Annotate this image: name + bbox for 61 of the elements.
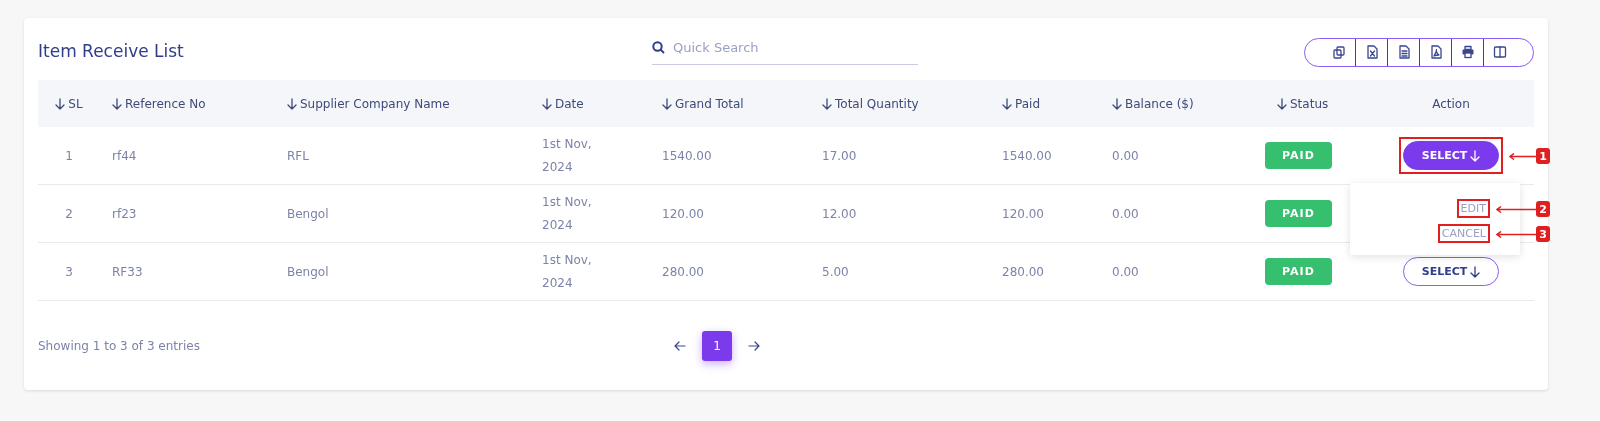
column-header[interactable]: Date [555, 96, 584, 111]
annotation-number: 2 [1536, 201, 1550, 217]
annotation-number: 1 [1536, 148, 1550, 164]
column-header[interactable]: SL [68, 96, 83, 111]
sort-arrow-icon [1470, 149, 1481, 162]
select-button[interactable]: SELECT [1403, 141, 1499, 170]
table-cell-text: Bengol [286, 264, 330, 279]
column-header[interactable]: Supplier Company Name [300, 96, 450, 111]
table-cell-text: 5.00 [821, 264, 850, 279]
entries-info: Showing 1 to 3 of 3 entries [38, 339, 200, 353]
table-cell-text: rf44 [111, 148, 138, 163]
print-icon [1460, 45, 1475, 59]
column-header[interactable]: Reference No [125, 96, 206, 111]
table-cell-text: 17.00 [821, 148, 858, 163]
table-cell-text: 120.00 [1001, 206, 1045, 221]
column-header[interactable]: Grand Total [675, 96, 744, 111]
select-button[interactable]: SELECT [1403, 257, 1499, 286]
table-cell-text: 1st Nov, 2024 [541, 251, 593, 292]
table-cell-text: 1540.00 [1001, 148, 1053, 163]
table-cell-text: 3 [64, 264, 74, 279]
page-title: Item Receive List [38, 41, 184, 61]
column-header[interactable]: Total Quantity [835, 96, 919, 111]
status-badge: PAID [1265, 142, 1332, 169]
column-header[interactable]: Balance ($) [1125, 96, 1194, 111]
status-badge: PAID [1265, 258, 1332, 285]
annotation-arrow [1496, 231, 1536, 238]
previous-page-button[interactable] [674, 340, 686, 352]
columns-icon [1492, 45, 1507, 59]
table-cell-text: 0.00 [1111, 206, 1140, 221]
table-cell-text: 120.00 [661, 206, 705, 221]
table-cell-text: 1540.00 [661, 148, 713, 163]
left-arrow-icon [674, 340, 686, 352]
page-button[interactable]: 1 [702, 331, 732, 361]
sort-arrow-icon [1470, 265, 1481, 278]
table-cell-text: 0.00 [1111, 264, 1140, 279]
status-badge: PAID [1265, 200, 1332, 227]
table-cell-text: 1st Nov, 2024 [541, 193, 593, 234]
table-cell-text: 280.00 [1001, 264, 1045, 279]
annotation-arrow [1496, 206, 1536, 213]
table-cell-text: Bengol [286, 206, 330, 221]
column-header[interactable]: Status [1290, 96, 1329, 111]
table-cell-text: 12.00 [821, 206, 858, 221]
table-cell-text: rf23 [111, 206, 138, 221]
next-page-button[interactable] [748, 340, 760, 352]
search-icon [652, 40, 665, 54]
spreadsheet-file-icon [1364, 45, 1379, 59]
pdf-file-icon [1428, 45, 1443, 59]
table-cell-text: RFL [286, 148, 310, 163]
column-header[interactable]: Action [1432, 96, 1470, 111]
table-cell-text: RF33 [111, 264, 144, 279]
table-cell-text: 1 [64, 148, 74, 163]
table-cell-text: 0.00 [1111, 148, 1140, 163]
table-cell-text: 2 [64, 206, 74, 221]
annotation-arrow [1509, 153, 1536, 160]
right-arrow-icon [748, 340, 760, 352]
annotation-number: 3 [1536, 226, 1550, 242]
copy-icon [1332, 45, 1346, 59]
document-icon [1396, 45, 1411, 59]
column-header[interactable]: Paid [1015, 96, 1040, 111]
table-cell-text: 280.00 [661, 264, 705, 279]
table-cell-text: 1st Nov, 2024 [541, 135, 593, 176]
